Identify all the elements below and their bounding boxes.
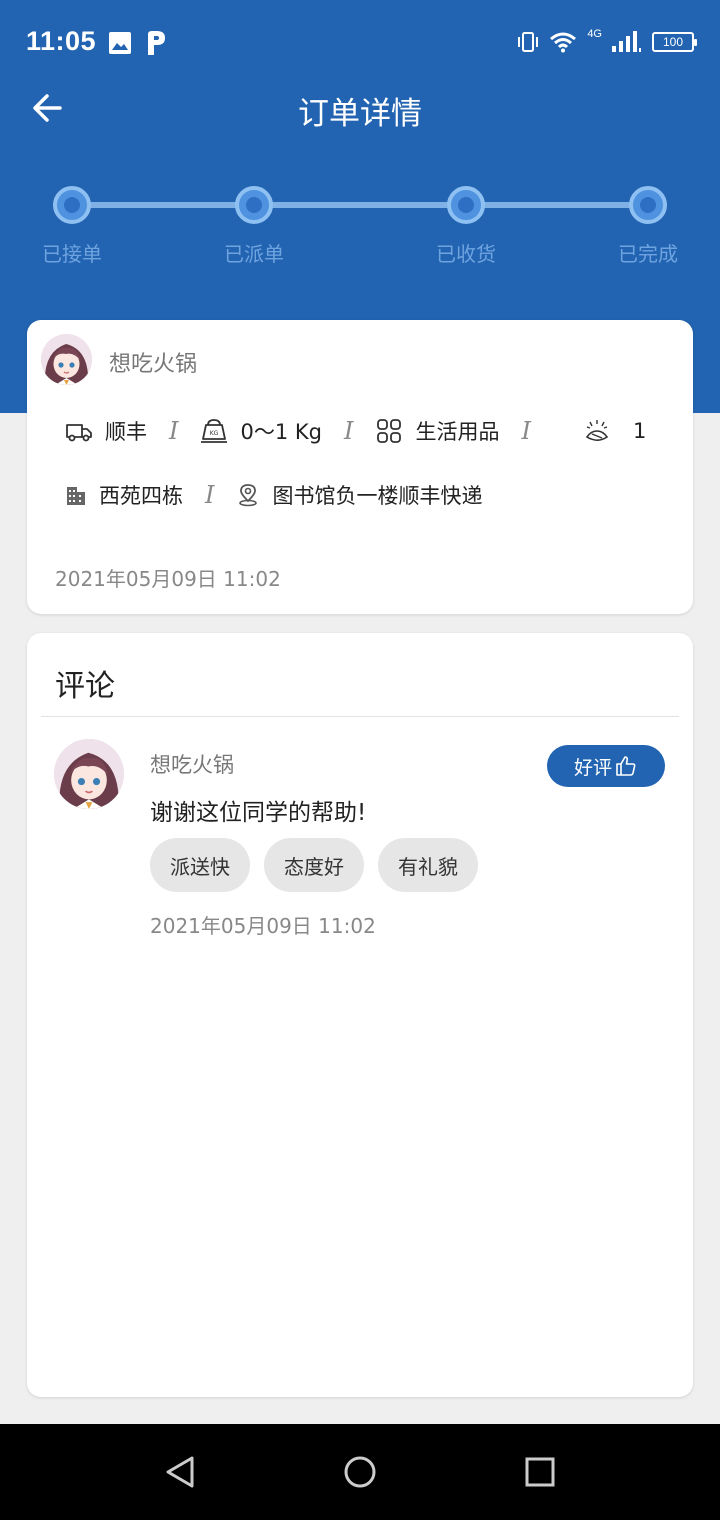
weight-kg-icon: KG (201, 419, 228, 443)
tag-chip: 有礼貌 (378, 838, 478, 892)
system-nav-bar (0, 1424, 720, 1520)
order-time: 2021年05月09日 11:02 (55, 567, 281, 591)
network-type: 4G (587, 28, 602, 40)
comment-card: 评论 想吃火锅 好评 谢谢这位同学的帮助! 派送快 态度好 有礼貌 2021年0… (27, 633, 693, 1397)
page-title: 订单详情 (298, 96, 422, 132)
gallery-icon (109, 32, 131, 54)
category-label: 生活用品 (415, 420, 500, 444)
separator: I (343, 417, 354, 445)
order-location-row: 西苑四栋 I 图书馆负一楼顺丰快递 (65, 480, 482, 510)
building-icon (67, 487, 85, 505)
comment-tags: 派送快 态度好 有礼貌 (150, 838, 478, 892)
comment-section-title: 评论 (55, 669, 115, 704)
tag-chip: 态度好 (264, 838, 364, 892)
step-dot (235, 186, 273, 224)
order-progress: 已接单 已派单 已收货 已完成 (0, 180, 720, 280)
avatar-image (41, 334, 92, 385)
quantity-item: 1 (583, 417, 646, 445)
step-completed: 已完成 (578, 186, 718, 267)
step-label: 已完成 (618, 242, 678, 266)
location-label: 图书馆负一楼顺丰快递 (272, 484, 483, 508)
weight-label: 0〜1 Kg (240, 420, 322, 444)
step-accepted: 已接单 (2, 186, 142, 267)
status-bar: 11:05 4G 100 (0, 0, 720, 84)
weight-item: KG 0〜1 Kg (200, 416, 322, 446)
step-dot (447, 186, 485, 224)
separator: I (205, 481, 215, 509)
building-item: 西苑四栋 (65, 480, 183, 510)
thumbs-up-icon (616, 756, 636, 776)
back-triangle-icon[interactable] (162, 1452, 202, 1492)
step-received: 已收货 (396, 186, 536, 267)
tag-chip: 派送快 (150, 838, 250, 892)
vibrate-icon (518, 32, 539, 52)
avatar[interactable] (41, 334, 92, 385)
good-review-badge: 好评 (547, 745, 665, 787)
quantity-hand-icon (585, 420, 609, 441)
signal-icon (612, 31, 641, 52)
battery-icon: 100 (652, 32, 697, 52)
step-label: 已派单 (224, 242, 284, 266)
category-item: 生活用品 (375, 416, 499, 446)
order-details-row: 顺丰 I KG 0〜1 Kg I 生活用品 I 1 (65, 416, 665, 446)
quantity-label: 1 (632, 419, 647, 443)
grid-category-icon (377, 419, 402, 443)
commenter-name: 想吃火锅 (150, 753, 234, 777)
building-label: 西苑四栋 (99, 484, 183, 508)
comment-time: 2021年05月09日 11:02 (150, 914, 376, 938)
step-dispatched: 已派单 (184, 186, 324, 267)
location-pin-icon (239, 484, 258, 507)
parking-app-icon (148, 31, 165, 55)
truck-icon (66, 424, 92, 442)
order-user-name: 想吃火锅 (109, 352, 198, 377)
order-info-card: 想吃火锅 顺丰 I KG 0〜1 Kg I 生活用品 I 1 西苑四栋 I 图书… (27, 320, 693, 614)
avatar-image (54, 739, 124, 809)
courier-label: 顺丰 (105, 420, 147, 444)
step-dot (629, 186, 667, 224)
location-item: 图书馆负一楼顺丰快递 (236, 480, 482, 510)
separator: I (521, 417, 531, 445)
svg-text:KG: KG (210, 430, 219, 437)
recents-square-icon[interactable] (520, 1452, 560, 1492)
status-right-icons: 4G 100 (517, 28, 697, 54)
comment-text: 谢谢这位同学的帮助! (150, 800, 367, 826)
wifi-icon (550, 32, 577, 53)
separator: I (169, 417, 179, 445)
status-time: 11:05 (26, 26, 97, 56)
progress-line (72, 202, 648, 208)
step-dot (53, 186, 91, 224)
courier-item: 顺丰 (65, 416, 147, 446)
home-circle-icon[interactable] (340, 1452, 380, 1492)
badge-label: 好评 (573, 756, 612, 779)
commenter-avatar[interactable] (54, 739, 124, 809)
divider (41, 716, 679, 717)
step-label: 已收货 (436, 242, 496, 266)
status-left-icons (108, 30, 168, 56)
step-label: 已接单 (42, 242, 102, 266)
